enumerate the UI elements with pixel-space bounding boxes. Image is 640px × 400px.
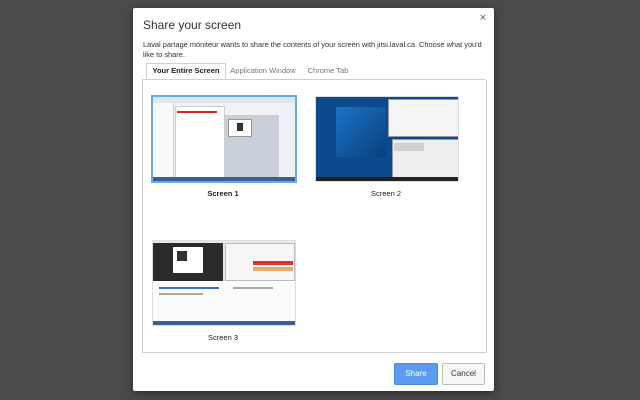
tab-bar: Your Entire Screen Application Window Ch…	[142, 63, 485, 80]
screen-1-thumbnail	[151, 95, 297, 183]
screen-3-option[interactable]: Screen 3	[152, 240, 296, 345]
screen-3-thumbnail	[152, 240, 296, 326]
tab-entire-screen[interactable]: Your Entire Screen	[146, 63, 226, 79]
dialog-description: Laval partage moniteur wants to share th…	[143, 40, 482, 59]
screen-3-label: Screen 3	[207, 333, 239, 342]
screen-2-option[interactable]: Screen 2	[315, 96, 459, 201]
screen-1-label: Screen 1	[207, 189, 239, 198]
tab-chrome-tab[interactable]: Chrome Tab	[304, 64, 352, 78]
cancel-button[interactable]: Cancel	[442, 363, 485, 385]
dialog-title: Share your screen	[143, 18, 242, 32]
screen-list-panel: Screen 1 Screen 2 Screen 3	[142, 80, 487, 353]
share-screen-dialog: Share your screen × Laval partage monite…	[133, 8, 494, 391]
share-button[interactable]: Share	[394, 363, 438, 385]
tab-application-window[interactable]: Application Window	[228, 64, 298, 78]
screen-1-option[interactable]: Screen 1	[151, 95, 297, 201]
close-icon[interactable]: ×	[480, 13, 486, 24]
screen-2-thumbnail	[315, 96, 459, 182]
screen-2-label: Screen 2	[370, 189, 402, 198]
